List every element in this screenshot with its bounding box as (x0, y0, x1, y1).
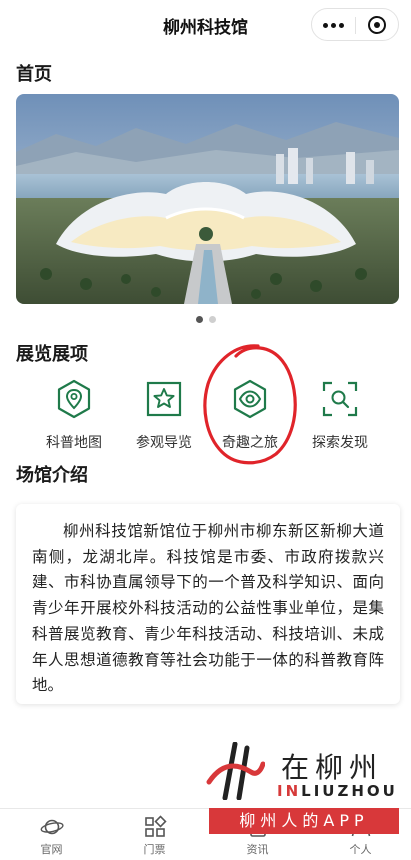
feature-science-map[interactable]: 科普地图 (26, 378, 122, 456)
navigation-bar: 柳州科技馆 (0, 0, 411, 50)
map-pin-hexagon-icon (57, 379, 91, 419)
watermark-subtitle-rest: LIUZHOU (301, 782, 398, 800)
watermark-subtitle-accent: IN (277, 782, 302, 800)
exhibits-section-title: 展览展项 (16, 344, 88, 365)
feature-label: 参观导览 (136, 435, 192, 451)
carousel-dot-active[interactable] (196, 316, 203, 323)
tab-label: 官网 (40, 843, 63, 856)
carousel-dot[interactable] (209, 316, 216, 323)
feature-label: 奇趣之旅 (222, 435, 278, 451)
feature-label: 探索发现 (312, 435, 368, 451)
miniprogram-capsule (311, 8, 399, 41)
watermark-subtitle: INLIUZHOU (277, 782, 398, 800)
close-miniprogram-button[interactable] (356, 9, 399, 40)
feature-explore-discover[interactable]: 探索发现 (292, 378, 388, 456)
feature-label: 科普地图 (46, 435, 102, 451)
eye-hexagon-icon (233, 379, 267, 419)
home-title: 首页 (16, 64, 52, 85)
planet-icon (40, 819, 64, 835)
banner-carousel[interactable] (16, 94, 399, 304)
watermark-logo-icon (206, 742, 265, 800)
feature-fun-journey[interactable]: 奇趣之旅 (202, 378, 298, 456)
venue-section-title: 场馆介绍 (16, 465, 88, 486)
venue-intro-text: 柳州科技馆新馆位于柳州市柳东新区新柳大道南侧，龙湖北岸。科技馆是市委、市政府拨款… (32, 522, 384, 695)
tab-tickets[interactable]: 门票 (103, 815, 206, 859)
scan-search-icon (322, 381, 358, 417)
watermark-tagline: 柳州人的APP (209, 808, 399, 834)
app-watermark: 在柳州 INLIUZHOU 柳州人的APP (205, 738, 405, 834)
museum-aerial-image (16, 94, 399, 304)
watermark-brand: 在柳州 (281, 751, 384, 784)
tab-label: 门票 (143, 843, 166, 856)
tab-official-site[interactable]: 官网 (0, 815, 103, 859)
grid-icon (144, 815, 167, 837)
feature-visit-guide[interactable]: 参观导览 (116, 378, 212, 456)
venue-intro-card: 柳州科技馆新馆位于柳州市柳东新区新柳大道南侧，龙湖北岸。科技馆是市委、市政府拨款… (16, 504, 400, 704)
more-options-button[interactable] (312, 9, 355, 40)
carousel-indicator (196, 308, 222, 323)
tab-label: 个人 (349, 843, 372, 856)
tab-label: 资讯 (246, 843, 269, 856)
star-square-icon (146, 381, 182, 417)
